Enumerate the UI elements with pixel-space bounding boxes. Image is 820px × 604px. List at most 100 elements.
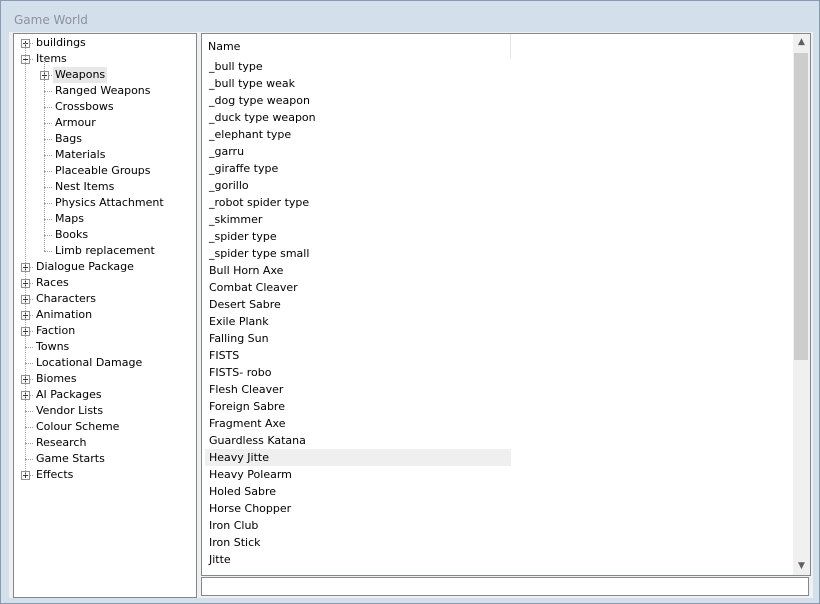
tree-item-label: Faction <box>36 324 76 337</box>
tree-connector <box>49 75 52 77</box>
tree-item-label: Vendor Lists <box>36 404 104 417</box>
tree-item[interactable]: Ranged Weapons <box>14 83 196 99</box>
window-title: Game World <box>14 13 88 27</box>
tree-connector <box>30 43 33 45</box>
list-item[interactable]: _spider type small <box>205 245 511 262</box>
tree-item-label: Materials <box>55 148 106 161</box>
tree-connector <box>30 59 33 61</box>
tree-item[interactable]: Materials <box>14 147 196 163</box>
tree-connector <box>30 315 33 317</box>
tree-connector <box>30 299 33 301</box>
tree-item-label: AI Packages <box>36 388 102 401</box>
tree-connector <box>30 395 33 397</box>
list-item[interactable]: _bull type weak <box>205 75 511 92</box>
window-client-area: buildings Items Weapons Ranged Weapons Cross… <box>9 32 813 598</box>
tree-item[interactable]: Faction <box>14 323 196 339</box>
tree-item-label: Placeable Groups <box>55 164 151 177</box>
tree-item[interactable]: Locational Damage <box>14 355 196 371</box>
tree-item-label: Effects <box>36 468 74 481</box>
list-item[interactable]: FISTS <box>205 347 511 364</box>
tree-item[interactable]: Bags <box>14 131 196 147</box>
list-item[interactable]: Horse Chopper <box>205 500 511 517</box>
tree-item[interactable]: Crossbows <box>14 99 196 115</box>
tree-vertical-connector <box>44 59 46 251</box>
list-item[interactable]: Heavy Polearm <box>205 466 511 483</box>
tree-item-label: buildings <box>36 36 86 49</box>
tree-item[interactable]: buildings <box>14 35 196 51</box>
column-header-name[interactable]: Name <box>202 34 511 58</box>
tree-item[interactable]: Research <box>14 435 196 451</box>
list-item[interactable]: _dog type weapon <box>205 92 511 109</box>
tree-item[interactable]: Books <box>14 227 196 243</box>
tree-item[interactable]: Dialogue Package <box>14 259 196 275</box>
tree-connector <box>30 331 33 333</box>
list-item[interactable]: Iron Stick <box>205 534 511 551</box>
list-item[interactable]: _giraffe type <box>205 160 511 177</box>
list-item[interactable]: FISTS- robo <box>205 364 511 381</box>
list-item[interactable]: Flesh Cleaver <box>205 381 511 398</box>
tree-item-label: Maps <box>55 212 84 225</box>
list-item[interactable]: Bull Horn Axe <box>205 262 511 279</box>
list-item[interactable]: Exile Plank <box>205 313 511 330</box>
tree-item[interactable]: Effects <box>14 467 196 483</box>
scroll-thumb[interactable] <box>794 53 808 360</box>
tree-item-label: Races <box>36 276 69 289</box>
list-item[interactable]: _elephant type <box>205 126 511 143</box>
tree-item-label: Dialogue Package <box>36 260 134 273</box>
tree-item[interactable]: Animation <box>14 307 196 323</box>
vertical-scrollbar[interactable]: ▲ ▼ <box>793 34 810 575</box>
tree-connector <box>30 283 33 285</box>
tree-connector <box>30 475 33 477</box>
tree-item[interactable]: Biomes <box>14 371 196 387</box>
tree-item[interactable]: Physics Attachment <box>14 195 196 211</box>
list-item[interactable]: _bull type <box>205 58 511 75</box>
status-field[interactable] <box>201 577 809 596</box>
list-item[interactable]: _duck type weapon <box>205 109 511 126</box>
list-item[interactable]: Combat Cleaver <box>205 279 511 296</box>
tree-item-label: Towns <box>36 340 70 353</box>
scroll-down-icon[interactable]: ▼ <box>793 558 810 575</box>
list-item[interactable]: Jitte <box>205 551 511 568</box>
list-item[interactable]: Heavy Jitte <box>205 449 511 466</box>
list-item[interactable]: Desert Sabre <box>205 296 511 313</box>
tree-item[interactable]: Vendor Lists <box>14 403 196 419</box>
tree-item-label: Weapons <box>53 67 108 83</box>
list-item[interactable]: Guardless Katana <box>205 432 511 449</box>
title-bar[interactable]: Game World <box>1 1 819 33</box>
category-tree[interactable]: buildings Items Weapons Ranged Weapons Cross… <box>13 33 197 598</box>
tree-item-label: Books <box>55 228 89 241</box>
tree-item-label: Research <box>36 436 87 449</box>
tree-item-label: Ranged Weapons <box>55 84 151 97</box>
list-item[interactable]: Fragment Axe <box>205 415 511 432</box>
tree-item[interactable]: Limb replacement <box>14 243 196 259</box>
tree-item[interactable]: Items <box>14 51 196 67</box>
tree-item-label: Limb replacement <box>55 244 155 257</box>
tree-item[interactable]: Races <box>14 275 196 291</box>
tree-item[interactable]: Nest Items <box>14 179 196 195</box>
list-item[interactable]: _skimmer <box>205 211 511 228</box>
list-item[interactable]: _robot spider type <box>205 194 511 211</box>
tree-item[interactable]: AI Packages <box>14 387 196 403</box>
tree-item-label: Colour Scheme <box>36 420 120 433</box>
list-item[interactable]: _gorillo <box>205 177 511 194</box>
tree-item[interactable]: Game Starts <box>14 451 196 467</box>
scroll-up-icon[interactable]: ▲ <box>793 34 810 51</box>
tree-item-label: Biomes <box>36 372 77 385</box>
tree-item[interactable]: Colour Scheme <box>14 419 196 435</box>
tree-item[interactable]: Placeable Groups <box>14 163 196 179</box>
item-list[interactable]: Name _bull type _bull type weak _dog type … <box>201 33 811 576</box>
list-item[interactable]: Foreign Sabre <box>205 398 511 415</box>
tree-item[interactable]: Weapons <box>14 67 196 83</box>
list-item[interactable]: Iron Club <box>205 517 511 534</box>
tree-item[interactable]: Armour <box>14 115 196 131</box>
list-item[interactable]: Falling Sun <box>205 330 511 347</box>
list-item[interactable]: _spider type <box>205 228 511 245</box>
tree-item[interactable]: Towns <box>14 339 196 355</box>
list-item[interactable]: Holed Sabre <box>205 483 511 500</box>
tree-connector <box>30 267 33 269</box>
tree-item-label: Bags <box>55 132 83 145</box>
tree-item[interactable]: Characters <box>14 291 196 307</box>
tree-item-label: Physics Attachment <box>55 196 164 209</box>
list-item[interactable]: _garru <box>205 143 511 160</box>
tree-item[interactable]: Maps <box>14 211 196 227</box>
